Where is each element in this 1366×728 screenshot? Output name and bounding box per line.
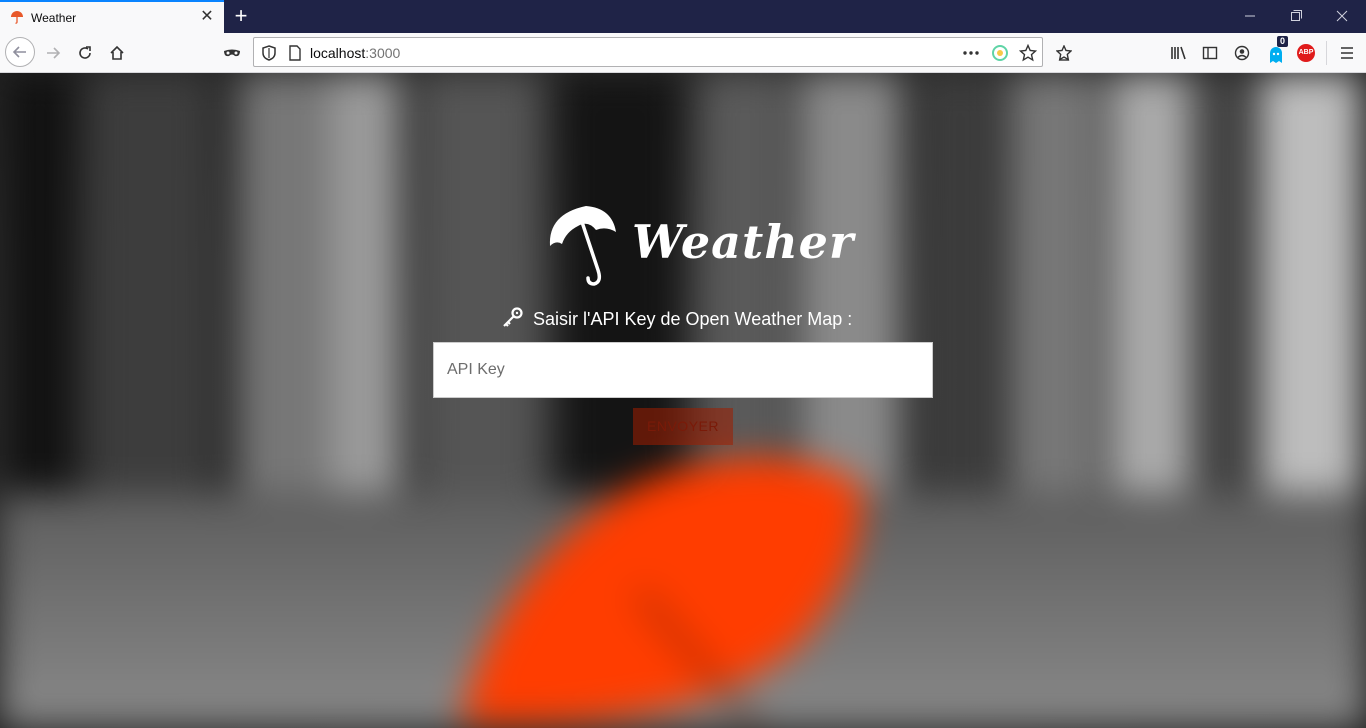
- tab-strip: Weather ✕ +: [0, 0, 1366, 33]
- adblock-label: ABP: [1297, 44, 1315, 62]
- url-bar[interactable]: localhost:3000: [253, 37, 1043, 67]
- page-content: Weather Saisir l'API Key de Open Weather…: [0, 73, 1366, 728]
- page-icon[interactable]: [286, 44, 304, 62]
- submit-button[interactable]: ENVOYER: [633, 408, 733, 445]
- umbrella-logo-icon: [549, 206, 616, 286]
- minimize-icon[interactable]: [1227, 0, 1273, 33]
- app-brand-title: Weather: [632, 215, 855, 269]
- star-icon[interactable]: [1019, 44, 1037, 62]
- home-icon[interactable]: [103, 39, 131, 67]
- sidebar-icon[interactable]: [1196, 39, 1224, 67]
- plus-icon[interactable]: +: [230, 4, 252, 28]
- prompt-label: Saisir l'API Key de Open Weather Map :: [533, 309, 853, 329]
- menu-icon[interactable]: [1333, 39, 1361, 67]
- tab-weather[interactable]: Weather ✕: [0, 0, 224, 33]
- umbrella-favicon-icon: [11, 11, 23, 24]
- url-text[interactable]: localhost:3000: [310, 45, 400, 61]
- pocket-icon[interactable]: [1050, 39, 1078, 67]
- api-key-input[interactable]: [433, 342, 933, 398]
- adblock-icon[interactable]: ABP: [1293, 39, 1321, 67]
- restore-icon[interactable]: [1273, 0, 1319, 33]
- library-icon[interactable]: [1164, 39, 1192, 67]
- ghostery-icon[interactable]: 0: [1260, 36, 1289, 67]
- background-image: [0, 73, 1366, 728]
- account-icon[interactable]: [1228, 39, 1256, 67]
- navigation-bar: localhost:3000 0 ABP: [0, 33, 1366, 73]
- back-icon[interactable]: [5, 37, 35, 67]
- url-host: localhost: [310, 45, 366, 61]
- url-port: :3000: [365, 45, 401, 61]
- mask-icon[interactable]: [217, 39, 245, 67]
- reload-icon[interactable]: [71, 39, 99, 67]
- forward-icon[interactable]: [39, 39, 67, 67]
- ghostery-badge: 0: [1277, 36, 1289, 47]
- shield-icon[interactable]: [260, 44, 278, 62]
- key-icon: [503, 307, 523, 327]
- extension-icon[interactable]: [991, 44, 1009, 62]
- window-close-icon[interactable]: [1319, 0, 1365, 33]
- tab-title: Weather: [31, 11, 77, 25]
- close-icon[interactable]: ✕: [199, 9, 215, 25]
- more-icon[interactable]: [962, 44, 980, 62]
- toolbar-divider: [1326, 41, 1327, 65]
